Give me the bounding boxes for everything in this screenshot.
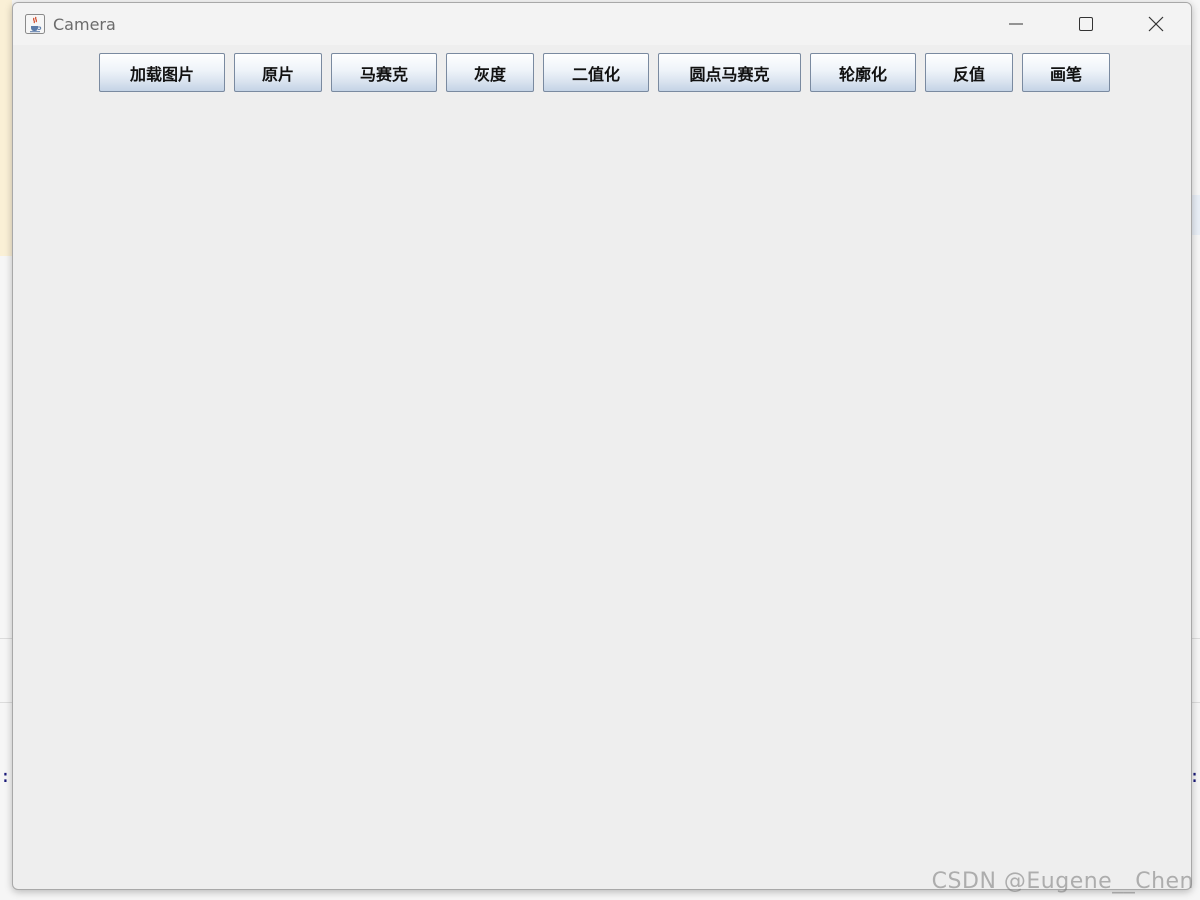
- dot-mosaic-button[interactable]: 圆点马赛克: [658, 53, 801, 92]
- window-title: Camera: [53, 14, 116, 34]
- background-ide-strip: [0, 0, 12, 256]
- title-bar[interactable]: Camera: [13, 3, 1191, 45]
- desktop-background: : : Camera 加载图片 原片 马赛克 灰度 二值化 圆点马赛克 轮廓化 …: [0, 0, 1200, 900]
- original-button[interactable]: 原片: [234, 53, 322, 92]
- binarize-button[interactable]: 二值化: [543, 53, 649, 92]
- mosaic-button[interactable]: 马赛克: [331, 53, 437, 92]
- maximize-icon[interactable]: [1051, 3, 1121, 45]
- window-controls: [981, 3, 1191, 45]
- close-icon[interactable]: [1121, 3, 1191, 45]
- java-coffee-icon[interactable]: [24, 13, 46, 35]
- invert-button[interactable]: 反值: [925, 53, 1013, 92]
- filter-toolbar: 加载图片 原片 马赛克 灰度 二值化 圆点马赛克 轮廓化 反值 画笔: [99, 53, 1119, 92]
- watermark: CSDN @Eugene__Chen: [931, 869, 1194, 894]
- brush-button[interactable]: 画笔: [1022, 53, 1110, 92]
- grayscale-button[interactable]: 灰度: [446, 53, 534, 92]
- contour-button[interactable]: 轮廓化: [810, 53, 916, 92]
- camera-window: Camera 加载图片 原片 马赛克 灰度 二值化 圆点马赛克 轮廓化 反值 画…: [12, 2, 1192, 890]
- load-image-button[interactable]: 加载图片: [99, 53, 225, 92]
- background-code-glyph: :: [0, 766, 11, 787]
- minimize-icon[interactable]: [981, 3, 1051, 45]
